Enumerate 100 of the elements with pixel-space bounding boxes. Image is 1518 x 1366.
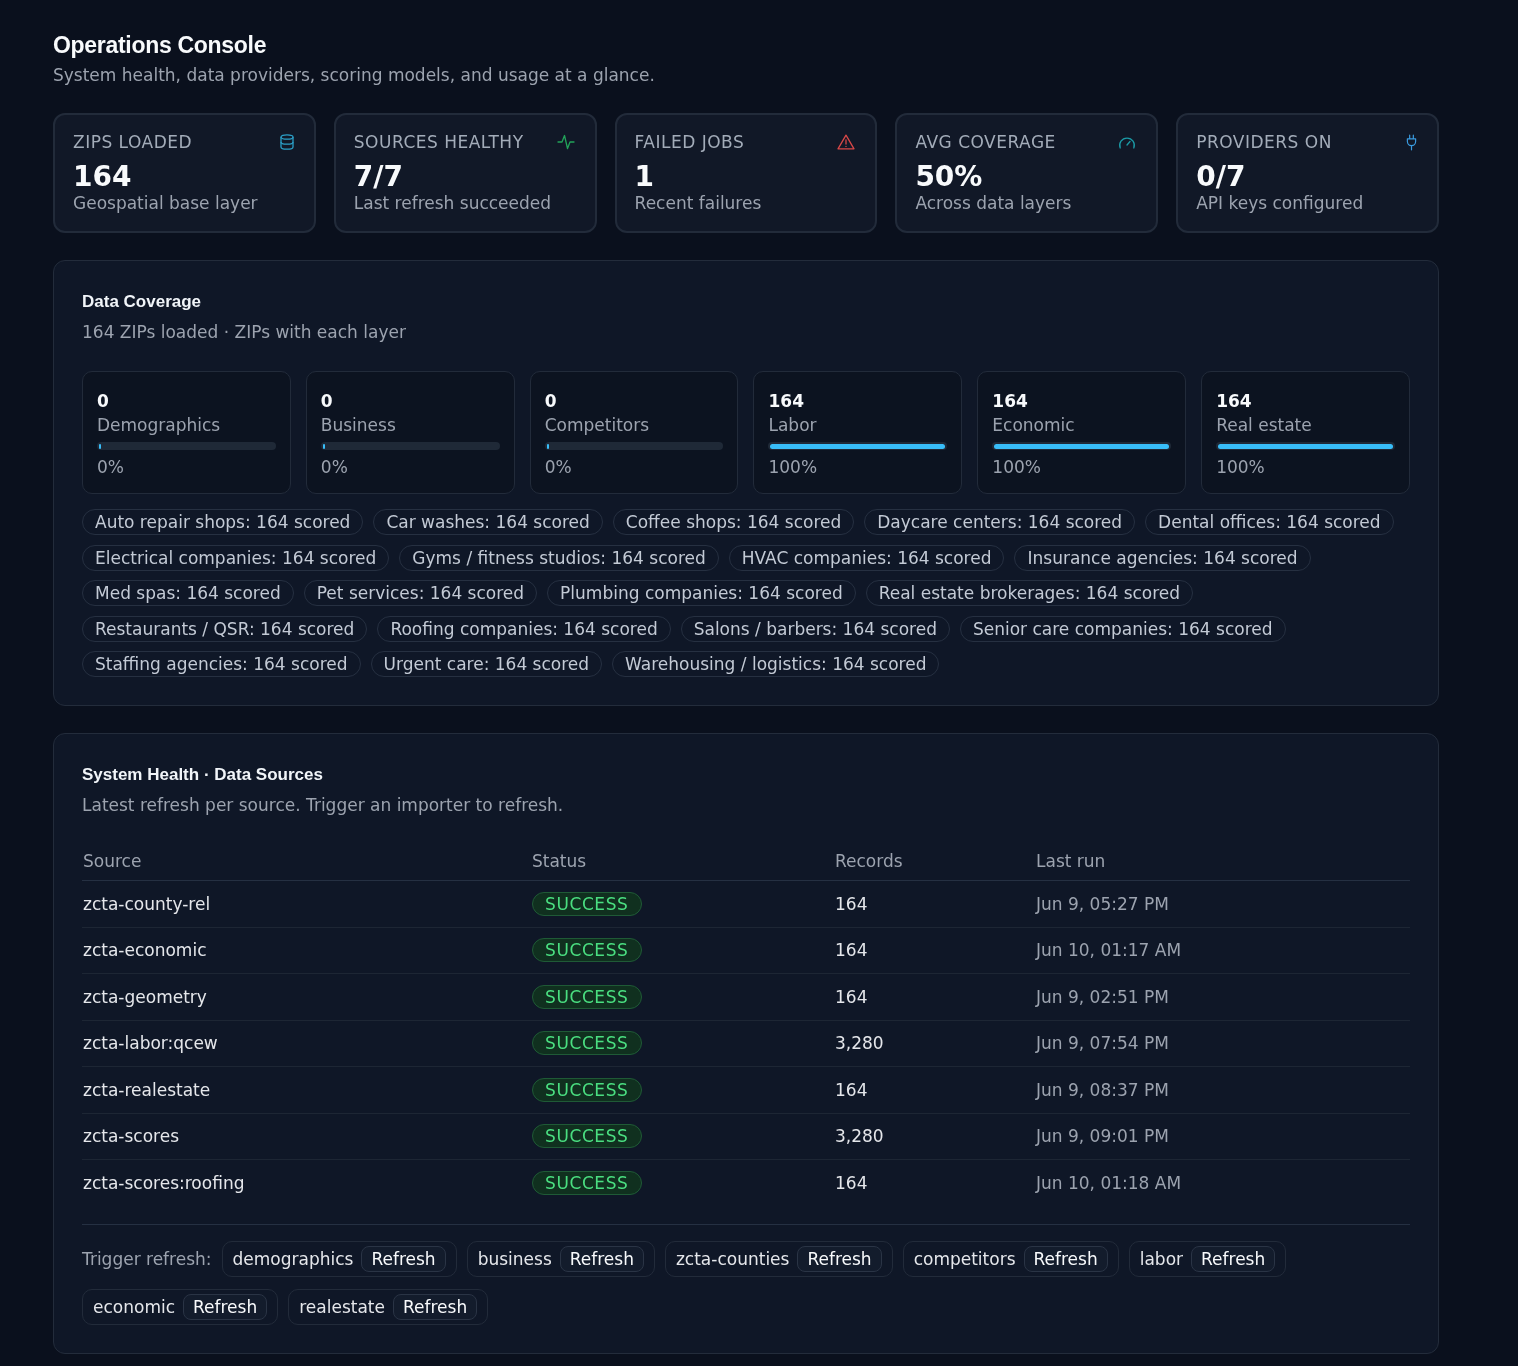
trigger-label: Trigger refresh:: [82, 1247, 212, 1270]
scored-tag: Warehousing / logistics: 164 scored: [612, 651, 940, 677]
pulse-icon: [556, 134, 575, 150]
scored-tag: Urgent care: 164 scored: [370, 651, 603, 677]
column-header: Records: [834, 850, 903, 872]
layer-percent: 0%: [320, 456, 348, 478]
status-badge: SUCCESS: [532, 1031, 642, 1056]
layer-name: Competitors: [544, 414, 650, 436]
stat-caption: Recent failures: [634, 192, 762, 214]
table-cell: 3,280: [834, 1032, 884, 1055]
stat-caption: API keys configured: [1196, 192, 1364, 214]
scored-tag: Plumbing companies: 164 scored: [547, 580, 856, 606]
table-cell: zcta-labor:qcew: [82, 1032, 218, 1055]
stat-caption: Across data layers: [915, 192, 1072, 214]
table-cell: 164: [834, 1172, 868, 1195]
status-badge: SUCCESS: [532, 984, 642, 1009]
panel-title: Data Coverage: [82, 291, 202, 313]
page-subtitle: System health, data providers, scoring models, and usage at a glance.: [53, 64, 655, 86]
table-cell: Jun 10, 01:17 AM: [1035, 939, 1182, 962]
importer-name: economic: [93, 1295, 175, 1318]
table-cell: 164: [834, 892, 868, 915]
table-cell: 164: [834, 939, 868, 962]
stat-value: 1: [634, 162, 655, 192]
scored-tag: Gyms / fitness studios: 164 scored: [399, 544, 719, 571]
scored-tag: HVAC companies: 164 scored: [728, 544, 1005, 571]
refresh-button[interactable]: Refresh: [1191, 1245, 1276, 1272]
layer-count: 0: [320, 390, 333, 412]
stat-label: AVG COVERAGE: [915, 131, 1056, 153]
refresh-button[interactable]: Refresh: [559, 1245, 644, 1272]
table-cell: Jun 9, 08:37 PM: [1035, 1078, 1169, 1101]
stat-label: FAILED JOBS: [634, 131, 745, 153]
table-cell: zcta-scores:roofing: [82, 1172, 245, 1195]
table-cell: zcta-economic: [82, 939, 207, 962]
gauge-icon: [1118, 135, 1137, 149]
stat-value: 50%: [915, 162, 983, 192]
layer-count: 0: [97, 390, 109, 412]
layer-count: 164: [992, 390, 1028, 412]
table-cell: zcta-realestate: [82, 1078, 211, 1101]
column-header: Source: [82, 850, 142, 872]
scored-tag: Daycare centers: 164 scored: [864, 509, 1136, 535]
layer-percent: 100%: [992, 456, 1041, 478]
layer-percent: 100%: [1216, 456, 1265, 478]
layer-count: 164: [768, 390, 804, 412]
table-cell: 3,280: [834, 1125, 884, 1148]
scored-tag: Insurance agencies: 164 scored: [1014, 544, 1311, 571]
table-cell: Jun 9, 05:27 PM: [1035, 892, 1169, 915]
refresh-button[interactable]: Refresh: [392, 1293, 478, 1320]
status-badge: SUCCESS: [532, 938, 642, 963]
stat-label: SOURCES HEALTHY: [353, 131, 524, 153]
scored-tag: Staffing agencies: 164 scored: [82, 651, 361, 677]
table-cell: 164: [834, 1078, 868, 1101]
scored-tag: Restaurants / QSR: 164 scored: [82, 615, 368, 642]
refresh-button[interactable]: Refresh: [183, 1293, 268, 1320]
scored-tag: Real estate brokerages: 164 scored: [865, 580, 1194, 606]
scored-tag: Electrical companies: 164 scored: [82, 544, 390, 571]
scored-tag: Roofing companies: 164 scored: [377, 615, 671, 642]
importer-name: realestate: [299, 1295, 385, 1318]
importer-name: demographics: [232, 1247, 354, 1270]
layer-count: 0: [544, 390, 557, 412]
panel-subtitle: 164 ZIPs loaded · ZIPs with each layer: [82, 321, 406, 343]
table-cell: Jun 9, 09:01 PM: [1035, 1125, 1169, 1148]
refresh-button[interactable]: Refresh: [797, 1245, 882, 1272]
importer-name: labor: [1139, 1247, 1184, 1270]
warning-icon: [837, 134, 856, 150]
stat-caption: Geospatial base layer: [73, 192, 258, 214]
scored-tag: Coffee shops: 164 scored: [612, 509, 855, 535]
refresh-button[interactable]: Refresh: [1023, 1245, 1108, 1272]
plug-icon: [1406, 133, 1417, 151]
column-header: Status: [531, 850, 587, 872]
layer-count: 164: [1216, 390, 1252, 412]
table-cell: zcta-county-rel: [82, 892, 211, 915]
page-title: Operations Console: [53, 31, 267, 59]
scored-tag: Senior care companies: 164 scored: [959, 615, 1286, 642]
scored-tag: Car washes: 164 scored: [373, 509, 603, 535]
stat-value: 164: [73, 162, 132, 192]
table-cell: Jun 9, 02:51 PM: [1035, 985, 1169, 1008]
status-badge: SUCCESS: [532, 1171, 642, 1196]
table-cell: zcta-geometry: [82, 985, 207, 1008]
layer-percent: 0%: [544, 456, 572, 478]
panel-subtitle: Latest refresh per source. Trigger an importer to refresh.: [82, 794, 564, 816]
scored-tag: Dental offices: 164 scored: [1145, 509, 1394, 535]
layer-name: Real estate: [1216, 414, 1312, 436]
scored-tag: Salons / barbers: 164 scored: [680, 615, 950, 642]
importer-name: competitors: [913, 1247, 1016, 1270]
stat-value: 0/7: [1196, 162, 1246, 192]
layer-name: Labor: [768, 414, 817, 436]
panel-title: System Health · Data Sources: [82, 764, 323, 786]
scored-tag: Pet services: 164 scored: [303, 580, 538, 606]
table-cell: 164: [834, 985, 868, 1008]
importer-name: business: [477, 1247, 552, 1270]
layer-name: Economic: [992, 414, 1075, 436]
refresh-button[interactable]: Refresh: [361, 1245, 446, 1272]
layer-percent: 100%: [768, 456, 818, 478]
scored-tag: Med spas: 164 scored: [82, 580, 294, 606]
status-badge: SUCCESS: [532, 1124, 642, 1149]
layer-name: Business: [320, 414, 396, 436]
scored-tag: Auto repair shops: 164 scored: [82, 509, 364, 535]
table-cell: Jun 10, 01:18 AM: [1035, 1172, 1182, 1195]
stat-label: ZIPS LOADED: [73, 131, 193, 153]
stat-label: PROVIDERS ON: [1196, 131, 1332, 153]
